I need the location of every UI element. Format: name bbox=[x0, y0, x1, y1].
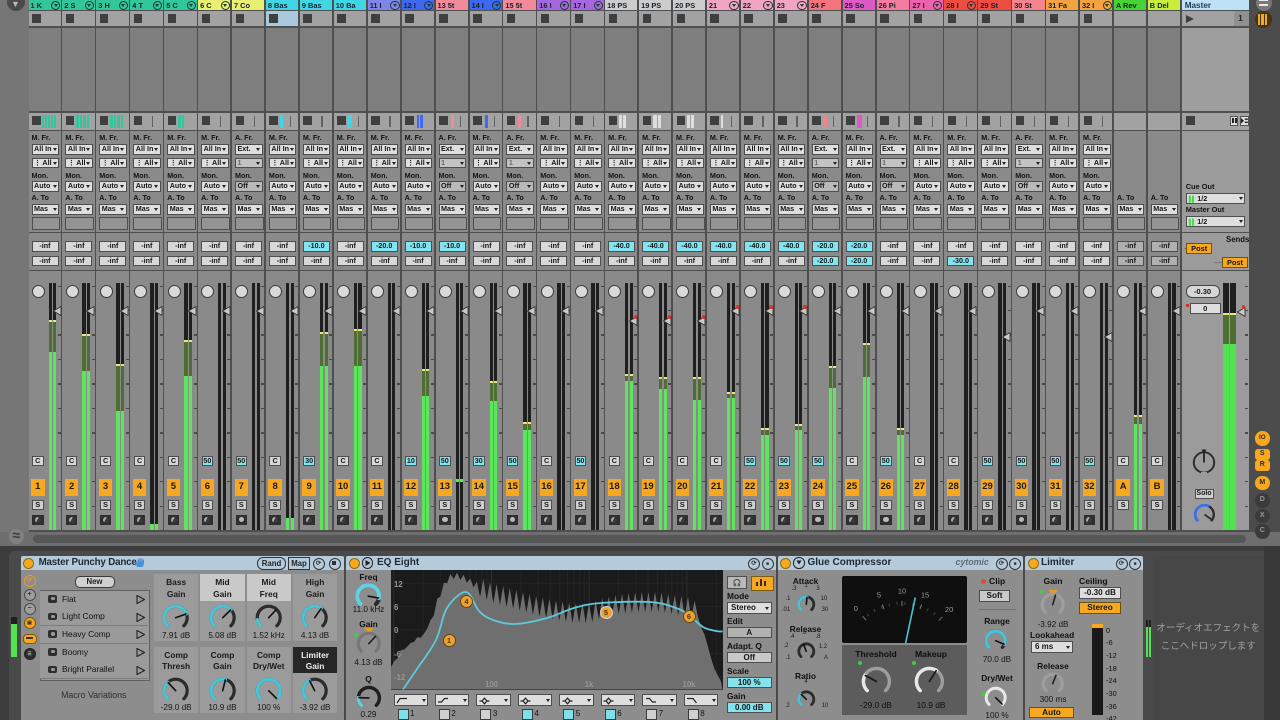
svg-text:15: 15 bbox=[921, 591, 929, 600]
svg-text:10: 10 bbox=[898, 587, 906, 596]
svg-text:20: 20 bbox=[945, 605, 953, 614]
svg-text:0: 0 bbox=[854, 604, 858, 613]
svg-text:5: 5 bbox=[877, 591, 881, 600]
